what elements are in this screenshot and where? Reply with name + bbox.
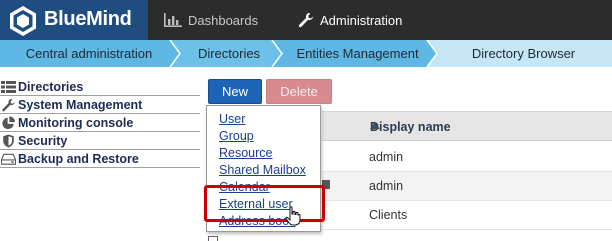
top-bar: BlueMind Dashboards Administration (0, 0, 612, 40)
breadcrumb-entities-management[interactable]: Entities Management (280, 40, 435, 67)
sidebar-item-label: Directories (18, 79, 84, 94)
sidebar-item-system-management[interactable]: System Management (0, 96, 200, 114)
new-button[interactable]: New (208, 79, 262, 104)
bluemind-logo-icon (10, 6, 36, 36)
menu-item-resource[interactable]: Resource (219, 146, 273, 160)
cell-display-name: admin (369, 179, 404, 193)
menu-item-group[interactable]: Group (219, 129, 254, 143)
wrench-icon (298, 13, 313, 28)
column-header-display-name[interactable]: Display name (370, 120, 451, 134)
wrench-icon (2, 98, 15, 112)
sidebar-item-directories[interactable]: Directories (0, 78, 200, 96)
cell-display-name: admin (369, 150, 404, 164)
table-row[interactable]: Clients (322, 201, 612, 230)
brand[interactable]: BlueMind (0, 0, 148, 40)
breadcrumb-directories[interactable]: Directories (178, 40, 280, 67)
nav-dashboards-label: Dashboards (188, 12, 259, 28)
brand-name: BlueMind (44, 8, 132, 30)
sidebar-item-security[interactable]: Security (0, 132, 200, 150)
hand-cursor-icon (285, 206, 301, 226)
table-row[interactable]: admin (322, 172, 612, 201)
sidebar-item-label: Backup and Restore (18, 151, 139, 166)
cell-display-name: Clients (369, 208, 408, 222)
nav-administration-label: Administration (320, 12, 403, 28)
table-header: Display name (322, 111, 612, 141)
breadcrumb: Central administration Directories Entit… (0, 40, 612, 67)
sidebar-item-label: System Management (18, 97, 143, 112)
menu-item-user[interactable]: User (219, 112, 245, 126)
nav-dashboards[interactable]: Dashboards (164, 0, 258, 40)
menu-item-shared-mailbox[interactable]: Shared Mailbox (219, 163, 306, 177)
delete-button[interactable]: Delete (266, 79, 332, 104)
breadcrumb-central-administration[interactable]: Central administration (0, 40, 178, 67)
breadcrumb-directory-browser[interactable]: Directory Browser (435, 40, 612, 67)
bar-chart-icon (164, 13, 182, 27)
drive-icon (1, 153, 16, 165)
sidebar-item-label: Monitoring console (18, 115, 134, 130)
sidebar-item-backup-restore[interactable]: Backup and Restore (0, 150, 200, 168)
table-row[interactable]: admin (322, 143, 612, 172)
sort-ascending-icon[interactable] (370, 122, 380, 129)
row-checkbox[interactable] (208, 236, 218, 241)
app-window: BlueMind Dashboards Administration Centr… (0, 0, 612, 241)
pie-chart-icon (2, 116, 16, 130)
list-icon (1, 81, 16, 93)
sidebar-item-label: Security (18, 133, 68, 148)
sidebar-item-monitoring-console[interactable]: Monitoring console (0, 114, 200, 132)
nav-administration[interactable]: Administration (298, 0, 402, 40)
shield-icon (3, 134, 14, 148)
sidebar: Directories System Management Monitoring… (0, 78, 200, 168)
highlight-box (204, 185, 325, 222)
